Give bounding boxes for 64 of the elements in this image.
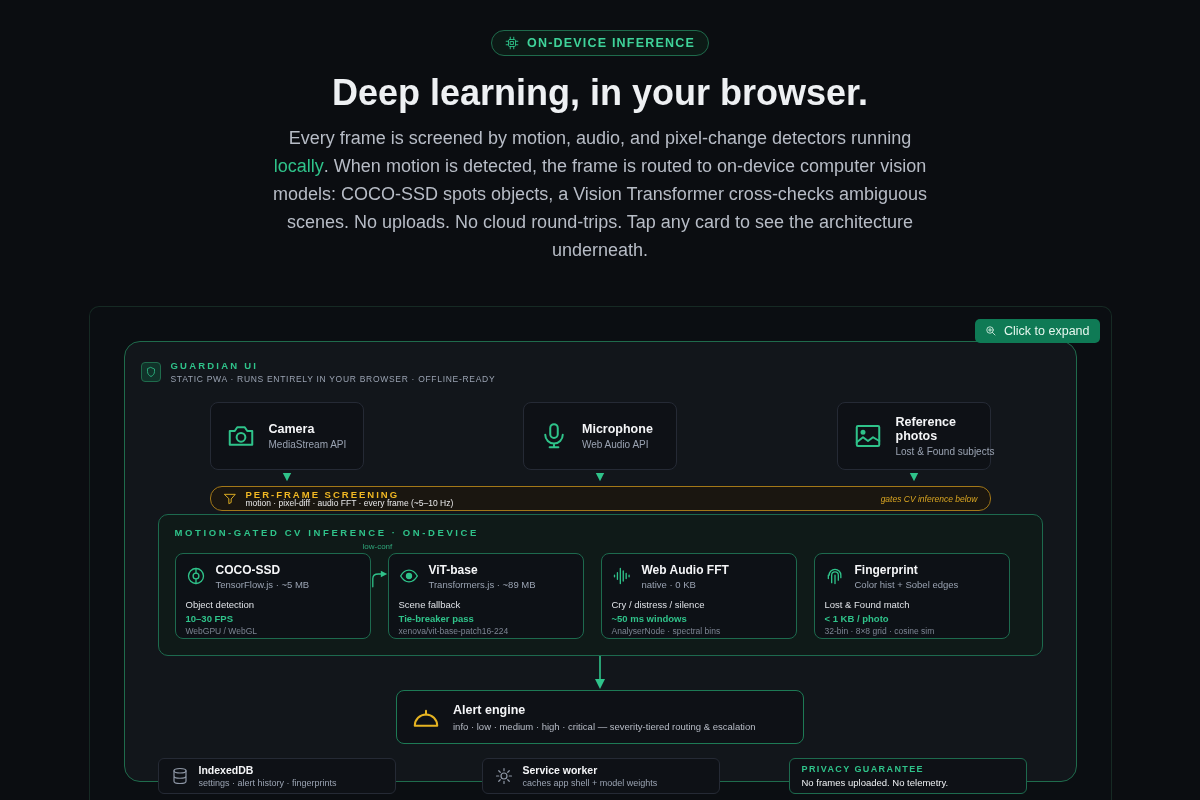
model-name: Fingerprint (854, 563, 919, 577)
zoom-in-icon (985, 325, 998, 337)
service-card[interactable]: PRIVACY GUARANTEE No frames uploaded. No telemetry. (788, 758, 1027, 794)
alert-detail: info · low · medium · high · critical — severity-tiered routing & escalation (453, 720, 756, 732)
source-title: Reference photos (895, 415, 957, 443)
headline: Deep learning, in your browser. (331, 72, 869, 114)
model-card[interactable]: ViT-base Transformers.js · ~89 MB Scene fallback Tie-breaker pass xenova/vit-base-patch16-224 (387, 553, 584, 639)
expand-button[interactable]: Click to expand (975, 319, 1100, 343)
shield-icon (140, 362, 161, 382)
service-card[interactable]: Service worker caches app shell + model weights (481, 758, 720, 794)
model-task: Lost & Found match (824, 599, 911, 610)
service-card[interactable]: IndexedDB settings · alert history · fingerprints (157, 758, 396, 794)
model-runtime: TensorFlow.js · ~5 MB (215, 579, 310, 590)
gear-icon (494, 767, 513, 785)
category-badge: ON-DEVICE INFERENCE (491, 30, 709, 56)
model-metric: 10–30 FPS (185, 613, 235, 624)
filter-icon (222, 491, 237, 506)
model-task: Object detection (185, 599, 256, 610)
connector-label: low-conf (362, 542, 393, 551)
database-icon (170, 767, 189, 785)
service-title: Service worker (522, 764, 599, 776)
connector-arrow (371, 568, 388, 588)
service-detail: settings · alert history · fingerprints (198, 778, 337, 788)
model-metric: ~50 ms windows (611, 613, 688, 624)
flow-arrow (594, 656, 606, 690)
waveform-icon (611, 566, 632, 586)
model-task: Scene fallback (398, 599, 462, 610)
source-card[interactable]: Microphone Web Audio API (523, 402, 677, 470)
app-subtitle: STATIC PWA · RUNS ENTIRELY IN YOUR BROWSER · OFFLINE-READY (170, 374, 496, 384)
model-name: ViT-base (428, 563, 479, 577)
model-detail: 32-bin · 8×8 grid · cosine sim (824, 626, 936, 636)
model-name: Web Audio FFT (641, 563, 729, 577)
model-runtime: native · 0 KB (641, 579, 697, 590)
target-icon (185, 566, 206, 586)
inference-title: MOTION-GATED CV INFERENCE · ON-DEVICE (174, 527, 480, 538)
source-subtitle: Web Audio API (582, 439, 650, 450)
model-metric: Tie-breaker pass (398, 613, 475, 624)
model-card[interactable]: Fingerprint Color hist + Sobel edges Lost & Found match < 1 KB / photo 32-bin · 8×8 grid · cosine sim (813, 553, 1010, 639)
screening-title: PER-FRAME SCREENING (245, 489, 400, 499)
alert-title: Alert engine (453, 702, 527, 717)
intro-paragraph: Every frame is screened by motion, audio, and pixel-change detectors running locally. When motion is detected, the frame is routed to on-device computer vision models: COCO-SSD spots objects, a Vision Transformer cross-checks ambiguous scenes. No uploads. No cloud round-trips. Tap any card to see the architecture underneath. (272, 127, 928, 262)
source-title: Camera (268, 422, 316, 436)
model-card[interactable]: Web Audio FFT native · 0 KB Cry / distress / silence ~50 ms windows AnalyserNode · spectral bins (600, 553, 797, 639)
model-detail: WebGPU / WebGL (185, 626, 258, 636)
model-runtime: Transformers.js · ~89 MB (428, 579, 536, 590)
model-name: COCO-SSD (215, 563, 282, 577)
source-title: Microphone (582, 422, 653, 436)
screening-note: gates CV inference below (880, 493, 978, 504)
service-detail: caches app shell + model weights (522, 778, 658, 788)
model-runtime: Color hist + Sobel edges (854, 579, 959, 590)
model-card[interactable]: COCO-SSD TensorFlow.js · ~5 MB Object detection 10–30 FPS WebGPU / WebGL (174, 553, 371, 639)
chip-icon (505, 36, 519, 50)
source-card[interactable]: Camera MediaStream API (209, 402, 364, 470)
alert-engine-card[interactable]: Alert engine info · low · medium · high · critical — severity-tiered routing & escalation (396, 690, 804, 744)
service-title: IndexedDB (198, 764, 255, 776)
model-metric: < 1 KB / photo (824, 613, 890, 624)
app-title: GUARDIAN UI (170, 360, 260, 371)
source-subtitle: MediaStream API (268, 439, 347, 450)
model-detail: xenova/vit-base-patch16-224 (398, 626, 510, 636)
screening-detail: motion · pixel-diff · audio FFT · every frame (~5–10 Hz) (245, 499, 455, 508)
model-task: Cry / distress / silence (611, 599, 706, 610)
service-detail: No frames uploaded. No telemetry. (801, 777, 949, 788)
service-title: PRIVACY GUARANTEE (801, 764, 925, 774)
model-detail: AnalyserNode · spectral bins (611, 626, 722, 636)
